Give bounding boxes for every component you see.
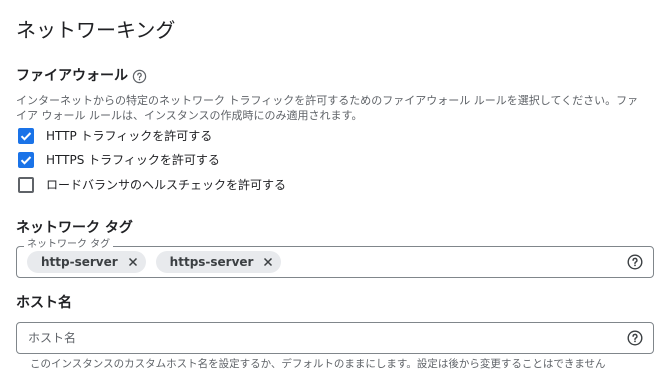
checkbox-allow-https[interactable]: HTTPS トラフィックを許可する	[18, 150, 220, 170]
checkbox-checked-icon[interactable]	[18, 152, 34, 168]
checkbox-checked-icon[interactable]	[18, 128, 34, 144]
close-icon[interactable]	[261, 255, 275, 269]
checkbox-label: HTTPS トラフィックを許可する	[46, 153, 220, 167]
networking-panel: ネットワーキング ファイアウォール インターネットからの特定のネットワーク トラ…	[0, 0, 664, 382]
firewall-description: インターネットからの特定のネットワーク トラフィックを許可するためのファイアウォ…	[16, 94, 639, 122]
firewall-section-title: ファイアウォール	[16, 66, 147, 86]
network-tags-field-label: ネットワーク タグ	[24, 239, 114, 251]
checkbox-label: HTTP トラフィックを許可する	[46, 129, 213, 143]
firewall-title-text: ファイアウォール	[16, 68, 128, 84]
tag-chip-https-server[interactable]: https-server	[155, 251, 282, 273]
network-tags-section-title: ネットワーク タグ	[16, 220, 133, 236]
chip-label: https-server	[169, 255, 254, 269]
checkbox-allow-lb-health-check[interactable]: ロードバランサのヘルスチェックを許可する	[18, 175, 286, 195]
checkbox-label: ロードバランサのヘルスチェックを許可する	[46, 178, 287, 192]
chip-label: http-server	[41, 255, 118, 269]
hostname-input[interactable]	[28, 323, 608, 353]
network-tags-field[interactable]: ネットワーク タグ http-server https-server	[16, 239, 654, 278]
hostname-hint: このインスタンスのカスタムホスト名を設定するか、デフォルトのままにします。設定は…	[30, 358, 606, 370]
help-circle-icon[interactable]	[627, 254, 643, 270]
help-circle-icon[interactable]	[132, 69, 147, 84]
checkbox-unchecked-icon[interactable]	[18, 177, 34, 193]
close-icon[interactable]	[126, 255, 140, 269]
hostname-field[interactable]	[16, 322, 654, 354]
hostname-section-title: ホスト名	[16, 295, 72, 311]
network-tags-chip-list: http-server https-server	[27, 251, 282, 273]
page-title: ネットワーキング	[16, 18, 176, 42]
help-circle-icon[interactable]	[627, 330, 643, 346]
checkbox-allow-http[interactable]: HTTP トラフィックを許可する	[18, 126, 212, 146]
tag-chip-http-server[interactable]: http-server	[27, 251, 146, 273]
